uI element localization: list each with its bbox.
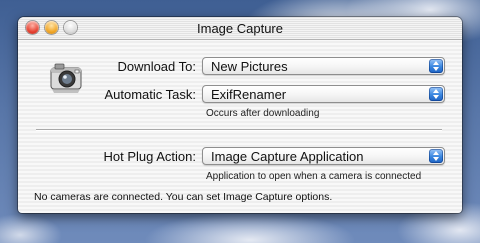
separator <box>36 129 442 131</box>
automatic-task-value: ExifRenamer <box>211 87 287 102</box>
hot-plug-value: Image Capture Application <box>211 149 364 164</box>
popup-arrows-icon <box>429 87 443 101</box>
download-to-popup[interactable]: New Pictures <box>202 57 445 75</box>
download-to-value: New Pictures <box>211 59 288 74</box>
image-capture-window: Image Capture Download To: New Pictures … <box>18 17 462 213</box>
popup-arrows-icon <box>429 59 443 73</box>
popup-arrows-icon <box>429 149 443 163</box>
window-title: Image Capture <box>197 21 283 36</box>
automatic-task-label: Automatic Task: <box>104 87 196 102</box>
automatic-task-hint: Occurs after downloading <box>206 108 320 119</box>
hot-plug-label: Hot Plug Action: <box>103 149 197 164</box>
automatic-task-label-wrap: Automatic Task: <box>18 85 196 105</box>
hot-plug-hint: Application to open when a camera is con… <box>206 171 422 182</box>
desktop-background: Image Capture Download To: New Pictures … <box>0 0 480 243</box>
hot-plug-label-wrap: Hot Plug Action: <box>18 147 197 167</box>
status-text: No cameras are connected. You can set Im… <box>34 191 333 203</box>
title-bar[interactable]: Image Capture <box>18 17 462 40</box>
download-to-label: Download To: <box>117 59 196 74</box>
download-to-label-wrap: Download To: <box>18 57 196 77</box>
hot-plug-popup[interactable]: Image Capture Application <box>202 147 445 165</box>
automatic-task-popup[interactable]: ExifRenamer <box>202 85 445 103</box>
